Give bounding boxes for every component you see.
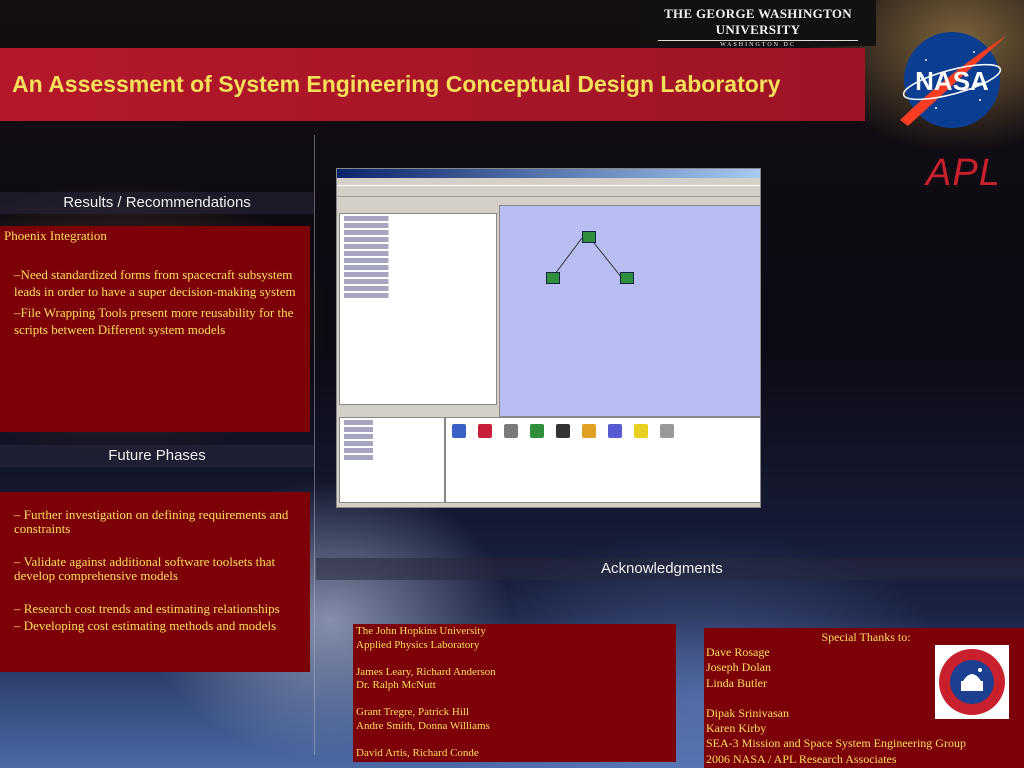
future-item: – Research cost trends and estimating re… [14,601,280,616]
screenshot-tab [337,197,760,205]
nasa-logo: NASA [900,32,1006,128]
model-links [551,237,623,279]
results-item: –Need standardized forms from spacecraft… [14,267,296,299]
future-item: – Further investigation on defining requ… [14,507,289,536]
gwu-rule [658,40,858,41]
thanks-line: Karen Kirby [706,721,767,736]
model-node [620,272,634,284]
gwu-name: THE GEORGE WASHINGTON UNIVERSITY [664,6,852,37]
ack-line: Andre Smith, Donna Williams [356,719,490,732]
screenshot-titlebar [337,169,760,178]
results-org: Phoenix Integration [4,228,107,243]
thanks-line: 2006 NASA / APL Research Associates [706,751,897,766]
acknowledgments-heading: Acknowledgments [601,560,723,577]
acknowledgments-left-box: The John Hopkins University Applied Phys… [353,624,676,762]
screenshot-tree-panel [339,213,497,405]
future-heading: Future Phases [0,445,314,467]
nasa-wordmark: NASA [915,66,989,96]
gwu-logo: THE GEORGE WASHINGTON UNIVERSITY WASHING… [640,0,876,48]
future-item: – Validate against additional software t… [14,554,276,583]
column-divider [314,135,315,755]
ack-line: Applied Physics Laboratory [356,638,480,651]
ack-line: James Leary, Richard Anderson [356,665,496,678]
screenshot-palette-panel [445,417,760,503]
future-item: – Developing cost estimating methods and… [14,618,277,633]
results-heading: Results / Recommendations [0,192,314,214]
ack-line: The John Hopkins University [356,625,486,637]
thanks-line: SEA-3 Mission and Space System Engineeri… [706,736,966,751]
space-grant-seal [935,645,1009,719]
acknowledgments-bar: Acknowledgments [316,558,1024,580]
results-item: –File Wrapping Tools present more reusab… [14,305,294,337]
thanks-title: Special Thanks to: [821,630,911,644]
model-node [546,272,560,284]
screenshot-model-canvas [499,205,760,417]
ack-line: Grant Tregre, Patrick Hill [356,706,470,718]
screenshot-server-panel [339,417,445,503]
apl-logo: APL [926,152,1001,194]
page-title: An Assessment of System Engineering Conc… [12,71,781,97]
future-box: – Further investigation on defining requ… [0,492,310,672]
screenshot-toolbar [337,185,760,197]
ack-line: David Artis, Richard Conde [356,746,479,759]
model-node [582,231,596,243]
results-box: Phoenix Integration –Need standardized f… [0,226,310,432]
screenshot-menubar [337,178,760,185]
ack-line: Dr. Ralph McNutt [356,679,436,691]
title-banner: An Assessment of System Engineering Conc… [0,48,865,121]
software-screenshot [336,168,761,508]
